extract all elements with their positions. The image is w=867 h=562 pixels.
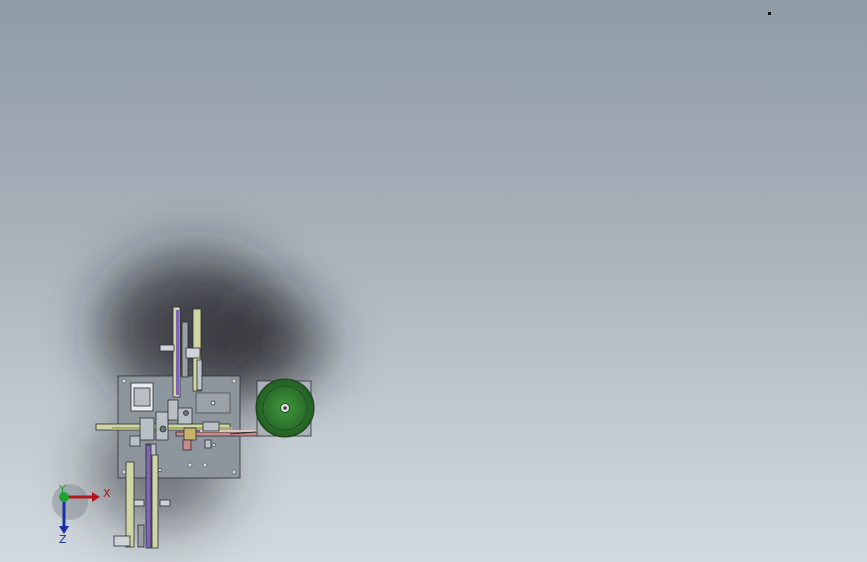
y-axis-label: Y (58, 483, 66, 496)
axis-triad[interactable]: X Y Z (52, 483, 111, 546)
x-axis-label: X (103, 487, 111, 500)
bottom-rail-right[interactable] (151, 454, 159, 549)
graphics-viewport[interactable]: X Y Z (0, 0, 867, 562)
control-box-inner (133, 387, 151, 407)
model-canvas[interactable]: X Y Z (0, 0, 867, 562)
z-axis-label: Z (59, 533, 67, 546)
bottom-rail-left[interactable] (125, 461, 135, 548)
top-rail-purple[interactable] (176, 310, 179, 395)
status-indicator (768, 12, 771, 15)
bottom-rail-purple[interactable] (145, 444, 152, 549)
triad-shadow (52, 484, 88, 520)
